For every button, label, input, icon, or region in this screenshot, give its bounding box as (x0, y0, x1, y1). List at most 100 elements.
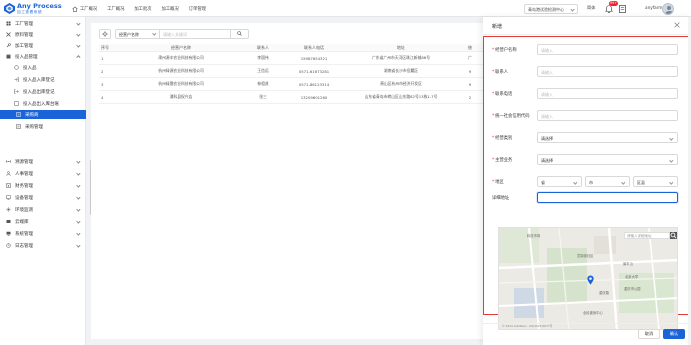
chevron-down-icon (76, 206, 81, 211)
table-row[interactable]: 4 浦科县权兴店 张三 13209601260 山东省青岛市崂山区山东路82号1… (99, 91, 483, 104)
sidebar-item-label: 工厂管理 (15, 21, 33, 27)
sidebar-item-factory[interactable]: 工厂管理 (0, 19, 86, 28)
sidebar-item-environment[interactable]: 环境监测 (0, 205, 86, 214)
sidebar-item-label: 云端库 (15, 219, 29, 225)
chevron-down-icon (76, 42, 81, 47)
cloud-icon (6, 220, 11, 223)
log-icon (6, 243, 11, 248)
sidebar-item-inputs[interactable]: 投入品管理 (0, 52, 86, 61)
main-business-select[interactable]: 请选择 (537, 154, 678, 165)
search-button[interactable] (231, 28, 249, 39)
search-input[interactable]: 请输入关键词 (159, 28, 231, 39)
business-category-select[interactable]: 请选择 (537, 132, 678, 143)
map-search-input[interactable]: 请输入详细地址 (624, 232, 670, 239)
top-nav-item-orders[interactable]: 订单管理 (189, 6, 206, 12)
top-nav-item-home[interactable]: 工厂概况 (72, 6, 97, 12)
contact-input[interactable]: 请输入 (537, 66, 678, 77)
sidebar-item-label: 投入品入库登记 (23, 77, 55, 83)
table-cell: 张三 (259, 94, 267, 99)
home-icon (72, 6, 78, 12)
sidebar-item-material[interactable]: 原料管理 (0, 30, 86, 39)
location-map[interactable]: 请输入详细地址 科技市场 富锦街社区 景平山 北京大学 重庆路 重庆市公园 全民… (498, 227, 678, 330)
wrench-icon (6, 43, 11, 48)
sidebar-item-system[interactable]: 系统管理 (0, 229, 86, 238)
cancel-button[interactable]: 取消 (638, 329, 660, 339)
avatar-head (666, 5, 671, 10)
sidebar-item-cloud[interactable]: 云端库 (0, 217, 86, 226)
sidebar-item-finance[interactable]: 财务管理 (0, 181, 86, 190)
sidebar-item-log[interactable]: 日志管理 (0, 241, 86, 250)
table-cell: 浦科县权兴店 (169, 94, 193, 99)
list-toolbar: 经营户名称 请输入关键词 (99, 28, 249, 39)
phone-input[interactable]: 请输入 (537, 88, 678, 99)
language-switch[interactable]: 简体 (587, 5, 595, 11)
sidebar-item-label: 环境监测 (15, 207, 33, 213)
table-cell: 山东省青岛市崂山区山东路82号13栋1-7号 (364, 94, 438, 99)
top-nav-item-batch[interactable]: 加工批次 (134, 6, 151, 12)
search-icon (237, 31, 242, 36)
chevron-down-icon (669, 157, 674, 162)
logo-mark-icon (4, 3, 15, 14)
close-icon[interactable] (673, 21, 681, 29)
form-label: *经营类别 (492, 135, 512, 141)
sidebar-item-buyer[interactable]: 采购商 (0, 110, 86, 119)
sidebar-item-process[interactable]: 加工管理 (0, 41, 86, 50)
user-name[interactable]: anyfarm (645, 5, 662, 10)
confirm-button[interactable]: 确认 (663, 329, 685, 339)
column-header: 经营户名称 (171, 44, 191, 50)
table-row[interactable]: 2 杭州绿源农业科技有限公司 王信远 0571-61673281 湖南省长沙市岳… (99, 65, 483, 78)
settings-button[interactable] (99, 28, 111, 39)
sidebar-item-input-items[interactable]: 投入品 (0, 63, 86, 72)
table-cell: 13209601260 (300, 94, 328, 100)
chevron-down-icon (669, 135, 674, 140)
sidebar-item-inbound[interactable]: 投入品入库登记 (0, 75, 86, 84)
form-label-text: 联系电话 (495, 92, 513, 97)
inbound-icon (14, 77, 19, 82)
table-row[interactable]: 3 杭州绿晟农业科技有限公司 林祖贤 0571-86123314 萧山区杭州市经… (99, 78, 483, 91)
sidebar-item-outbound[interactable]: 投入品出库登记 (0, 87, 86, 96)
avatar[interactable] (662, 2, 674, 15)
table-cell: 9 (468, 68, 472, 74)
address-input[interactable] (537, 192, 678, 203)
select-value: 请选择 (541, 158, 553, 163)
table-row[interactable]: 1 肃州源丰农业科技有限公司 李国伟 15987654321 广东省广州市天河区… (99, 52, 483, 65)
sidebar-item-hr[interactable]: 人事管理 (0, 169, 86, 178)
sidebar-item-ledger[interactable]: 投入品出入库台账 (0, 99, 86, 108)
app-logo[interactable]: Any Process 加工查看系统 (4, 2, 66, 15)
top-nav-item-factory[interactable]: 工厂概况 (107, 6, 124, 12)
top-navigation: 工厂概况 工厂概况 加工批次 加工概况 订单管理 (72, 0, 216, 17)
business-name-input[interactable]: 请输入 (537, 44, 678, 55)
sidebar-item-device[interactable]: 设备管理 (0, 193, 86, 202)
top-nav-label: 工厂概况 (80, 6, 98, 12)
organization-select[interactable]: 青岛港试验检测中心 (524, 3, 578, 14)
sidebar-item-label: 系统管理 (15, 231, 33, 237)
district-select[interactable]: 区县 (633, 176, 678, 187)
table-cell: 0571-61673281 (298, 68, 330, 74)
sidebar-item-purchase[interactable]: 采购管理 (0, 122, 86, 131)
form-label: *经营户名称 (492, 47, 517, 53)
city-select[interactable]: 市 (585, 176, 630, 187)
credit-code-input[interactable]: 请输入 (537, 110, 678, 121)
factory-icon (6, 21, 11, 26)
top-nav-item-process[interactable]: 加工概况 (162, 6, 179, 12)
message-icon[interactable] (619, 4, 626, 13)
table-header: 序号 经营户名称 联系人 联系人电话 地址 统 (99, 44, 483, 52)
table-cell: 李国伟 (257, 55, 269, 60)
ledger-icon (14, 101, 19, 106)
buyer-icon (16, 112, 21, 117)
notification-badge: 99+ (609, 0, 618, 6)
chevron-down-icon (76, 230, 81, 235)
sidebar-item-trace[interactable]: 溯源管理 (0, 157, 86, 166)
sidebar-item-label: 投入品 (23, 65, 37, 71)
gear-icon (102, 30, 108, 37)
sidebar-item-label: 投入品出入库台账 (23, 101, 59, 107)
buyer-list-card: 经营户名称 请输入关键词 序号 经营户名称 联系人 联系人电话 地址 统 1 肃… (91, 23, 483, 339)
form-label: *统一社会信用代码 (492, 113, 530, 119)
form-row-business-category: *经营类别 请选择 (484, 132, 690, 143)
map-search-button[interactable] (670, 232, 677, 239)
filter-field-select[interactable]: 经营户名称 (115, 28, 159, 39)
province-select[interactable]: 省 (537, 176, 582, 187)
buyer-table: 序号 经营户名称 联系人 联系人电话 地址 统 1 肃州源丰农业科技有限公司 李… (99, 44, 483, 104)
required-mark: * (492, 48, 495, 53)
purchase-icon (16, 124, 21, 129)
